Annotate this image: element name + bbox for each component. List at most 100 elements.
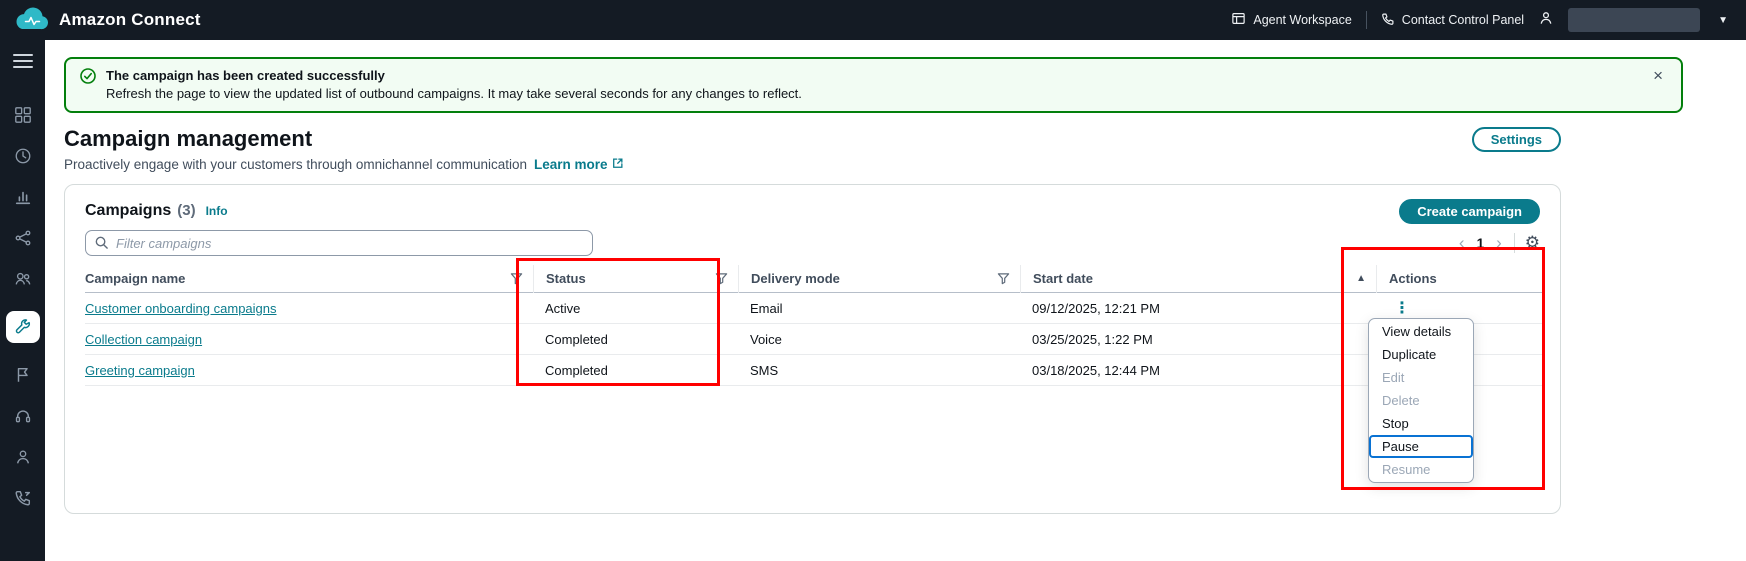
table-row: Collection campaign Completed Voice 03/2… — [85, 324, 1542, 355]
header-right: Agent Workspace Contact Control Panel ▼ — [1231, 8, 1732, 32]
campaign-link[interactable]: Greeting campaign — [85, 363, 195, 378]
column-header-start-date[interactable]: Start date ▲ — [1020, 265, 1376, 293]
card-title: Campaigns — [85, 202, 171, 220]
menu-item-view-details[interactable]: View details — [1369, 320, 1473, 343]
sidebar-item-calls[interactable] — [14, 489, 32, 507]
column-label: Start date — [1033, 271, 1093, 286]
contact-control-panel-label: Contact Control Panel — [1402, 13, 1524, 27]
status-cell: Active — [533, 301, 738, 316]
menu-item-duplicate[interactable]: Duplicate — [1369, 343, 1473, 366]
kebab-menu-icon[interactable]: ⋮ — [1388, 300, 1416, 317]
campaigns-count: (3) — [177, 202, 195, 219]
actions-cell: ⋮ — [1376, 298, 1542, 318]
sidebar-item-real-time-metrics[interactable] — [14, 147, 32, 165]
external-link-icon — [612, 157, 624, 172]
column-header-status[interactable]: Status — [533, 265, 738, 293]
table-row: Customer onboarding campaigns Active Ema… — [85, 293, 1542, 324]
top-header: Amazon Connect Agent Workspace Contact C — [0, 0, 1746, 40]
table-row: Greeting campaign Completed SMS 03/18/20… — [85, 355, 1542, 386]
header-divider — [1366, 11, 1367, 29]
campaign-name-cell: Greeting campaign — [85, 363, 533, 378]
page-title: Campaign management — [64, 126, 312, 152]
campaign-link[interactable]: Customer onboarding campaigns — [85, 301, 277, 316]
pagination: ‹ 1 › ⚙ — [1457, 233, 1540, 253]
user-name-redacted[interactable] — [1568, 8, 1700, 32]
menu-icon[interactable] — [13, 54, 33, 68]
start-date-cell: 03/25/2025, 1:22 PM — [1020, 332, 1376, 347]
info-link[interactable]: Info — [206, 204, 228, 218]
menu-item-resume: Resume — [1369, 458, 1473, 481]
contact-control-panel-link[interactable]: Contact Control Panel — [1381, 12, 1524, 29]
delivery-mode-cell: Email — [738, 301, 1020, 316]
search-icon — [94, 235, 109, 250]
workspace-icon — [1231, 11, 1246, 29]
campaign-name-cell: Collection campaign — [85, 332, 533, 347]
sort-ascending-icon: ▲ — [1356, 273, 1366, 284]
sidebar-item-dashboard[interactable] — [14, 106, 32, 124]
previous-page-button[interactable]: ‹ — [1457, 235, 1467, 251]
actions-dropdown-menu: View details Duplicate Edit Delete Stop … — [1368, 318, 1474, 483]
column-label: Delivery mode — [751, 271, 840, 286]
column-label: Actions — [1389, 271, 1437, 286]
banner-title: The campaign has been created successful… — [106, 67, 1639, 85]
filter-icon[interactable] — [715, 272, 728, 285]
create-campaign-button[interactable]: Create campaign — [1399, 199, 1540, 224]
sidebar-icons — [6, 106, 40, 507]
campaign-link[interactable]: Collection campaign — [85, 332, 202, 347]
user-icon — [1538, 10, 1554, 31]
filter-campaigns-input[interactable] — [85, 230, 593, 256]
sidebar-item-users[interactable] — [14, 270, 32, 288]
agent-workspace-label: Agent Workspace — [1253, 13, 1351, 27]
success-check-icon — [80, 68, 96, 89]
filter-icon[interactable] — [510, 272, 523, 285]
sidebar-item-tasks[interactable] — [14, 366, 32, 384]
column-header-actions[interactable]: Actions — [1376, 265, 1542, 293]
delivery-mode-cell: SMS — [738, 363, 1020, 378]
table-header-row: Campaign name Status — [85, 265, 1542, 293]
close-icon[interactable]: × — [1649, 67, 1667, 85]
learn-more-link[interactable]: Learn more — [534, 157, 624, 172]
chevron-down-icon[interactable]: ▼ — [1714, 15, 1732, 26]
main-content: The campaign has been created successful… — [45, 40, 1746, 561]
status-cell: Completed — [533, 332, 738, 347]
gear-icon[interactable]: ⚙ — [1525, 234, 1540, 252]
filter-icon[interactable] — [997, 272, 1010, 285]
status-cell: Completed — [533, 363, 738, 378]
column-label: Campaign name — [85, 271, 185, 286]
start-date-cell: 09/12/2025, 12:21 PM — [1020, 301, 1376, 316]
campaigns-card: Campaigns (3) Info Create campaign — [64, 184, 1561, 514]
menu-item-delete: Delete — [1369, 389, 1473, 412]
column-label: Status — [546, 271, 586, 286]
sidebar-item-outbound-campaigns[interactable] — [6, 311, 40, 343]
campaign-name-cell: Customer onboarding campaigns — [85, 301, 533, 316]
page-content: Campaign management Settings Proactively… — [64, 126, 1561, 514]
banner-text: The campaign has been created successful… — [106, 67, 1639, 103]
sidebar-item-contact-control[interactable] — [14, 407, 32, 425]
start-date-cell: 03/18/2025, 12:44 PM — [1020, 363, 1376, 378]
brand-name: Amazon Connect — [59, 10, 201, 30]
learn-more-label: Learn more — [534, 157, 608, 172]
agent-workspace-link[interactable]: Agent Workspace — [1231, 11, 1351, 29]
sidebar-item-flows[interactable] — [14, 229, 32, 247]
filter-wrap — [85, 230, 593, 256]
success-banner: The campaign has been created successful… — [64, 57, 1683, 113]
campaigns-table: Campaign name Status — [85, 265, 1542, 386]
brand: Amazon Connect — [14, 4, 201, 37]
column-header-delivery-mode[interactable]: Delivery mode — [738, 265, 1020, 293]
page-number[interactable]: 1 — [1477, 236, 1485, 251]
delivery-mode-cell: Voice — [738, 332, 1020, 347]
column-header-campaign-name[interactable]: Campaign name — [85, 265, 533, 293]
amazon-connect-app: Amazon Connect Agent Workspace Contact C — [0, 0, 1746, 561]
menu-item-edit: Edit — [1369, 366, 1473, 389]
toolbar-divider — [1514, 233, 1515, 253]
sidebar-item-analytics[interactable] — [14, 188, 32, 206]
next-page-button[interactable]: › — [1494, 235, 1504, 251]
phone-icon — [1381, 12, 1395, 29]
sidebar-item-customer-profiles[interactable] — [14, 448, 32, 466]
sidebar — [0, 40, 45, 561]
banner-message: Refresh the page to view the updated lis… — [106, 85, 1639, 103]
amazon-connect-logo-icon — [14, 4, 50, 37]
settings-button[interactable]: Settings — [1472, 127, 1561, 152]
menu-item-stop[interactable]: Stop — [1369, 412, 1473, 435]
menu-item-pause[interactable]: Pause — [1369, 435, 1473, 458]
